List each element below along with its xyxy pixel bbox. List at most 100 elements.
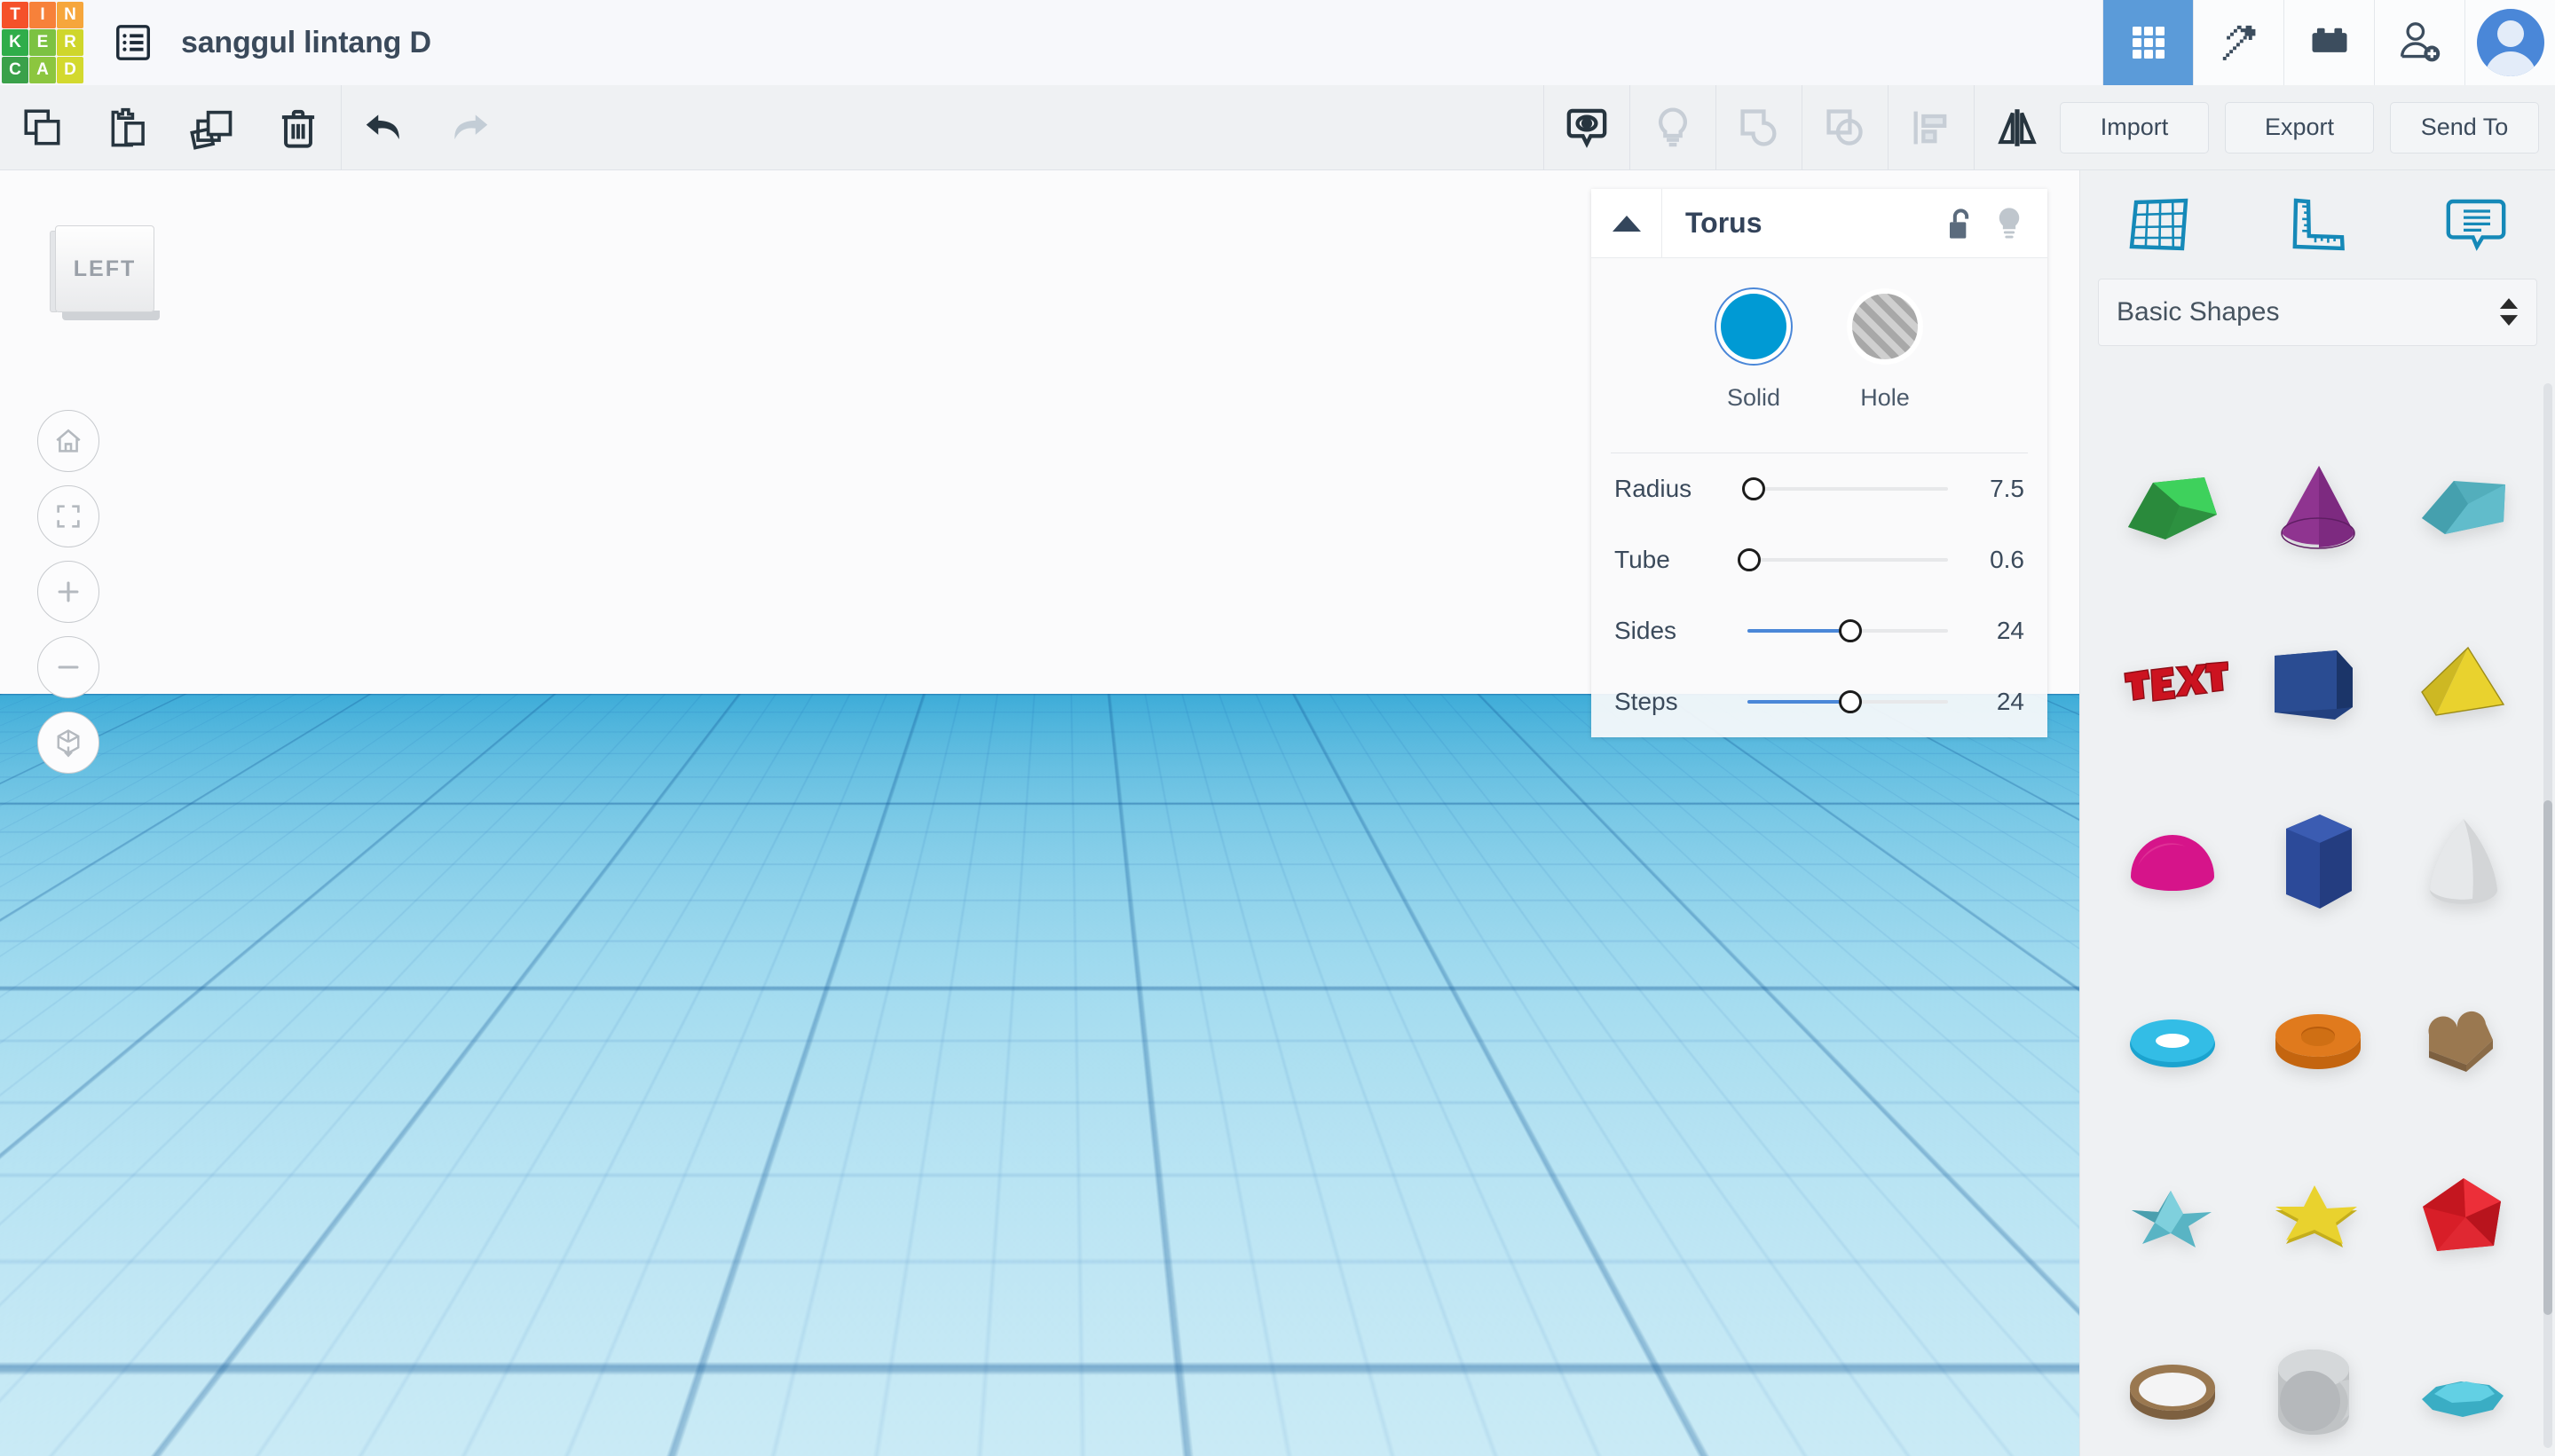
solid-option[interactable]: Solid: [1721, 294, 1786, 412]
slider-label: Steps: [1614, 688, 1747, 716]
shape-roof[interactable]: [2100, 419, 2245, 596]
shape-heart[interactable]: [2391, 951, 2536, 1129]
shape-box[interactable]: [2245, 596, 2391, 774]
tinkercad-app: T I N K E R C A D sanggul lintang D Impo…: [0, 0, 2555, 1456]
collapse-shapes-panel-button[interactable]: [2050, 781, 2073, 854]
logo-cell: C: [2, 57, 28, 83]
slider-steps: Steps 24: [1591, 666, 2047, 737]
undo-button[interactable]: [342, 85, 427, 170]
torus-solid-object[interactable]: [1127, 889, 1349, 1124]
send-to-button[interactable]: Send To: [2390, 102, 2539, 153]
slider-track-area[interactable]: [1747, 476, 1953, 502]
shape-torus[interactable]: [2100, 951, 2245, 1129]
shape-pyramid[interactable]: [2391, 596, 2536, 774]
pickaxe-icon[interactable]: [2193, 0, 2283, 85]
solid-swatch: [1721, 294, 1786, 359]
export-button[interactable]: Export: [2225, 102, 2374, 153]
slider-track: [1747, 558, 1948, 562]
copy-button[interactable]: [0, 85, 85, 170]
view-cube[interactable]: LEFT: [55, 225, 160, 330]
slider-radius: Radius 7.5: [1591, 453, 2047, 524]
slider-knob[interactable]: [1738, 548, 1761, 571]
home-view-button[interactable]: [37, 410, 99, 472]
perspective-toggle-button[interactable]: [37, 712, 99, 774]
shape-star-3d[interactable]: [2100, 1129, 2245, 1306]
lego-brick-icon[interactable]: [2283, 0, 2374, 85]
workplane-icon[interactable]: [2080, 197, 2238, 252]
slider-fill: [1747, 629, 1850, 633]
align-button[interactable]: [1889, 85, 1974, 170]
shape-wedge[interactable]: [2391, 419, 2536, 596]
project-list-icon[interactable]: [108, 18, 158, 67]
shape-round-cyl[interactable]: [2245, 1306, 2391, 1456]
delete-button[interactable]: [256, 85, 341, 170]
shape-hemisphere[interactable]: [2100, 774, 2245, 951]
shape-ring[interactable]: [2100, 1306, 2245, 1456]
shape-octagon[interactable]: [2391, 1306, 2536, 1456]
slider-value[interactable]: 0.6: [1953, 546, 2024, 574]
shapes-scrollbar-thumb[interactable]: [2543, 800, 2552, 1315]
chevron-up-icon: [1611, 214, 1643, 233]
note-button[interactable]: [1630, 85, 1715, 170]
snap-grid-value: 0.1 mm: [1912, 1403, 1991, 1430]
top-bar-actions: [2102, 0, 2555, 85]
hole-option[interactable]: Hole: [1852, 294, 1918, 412]
import-button[interactable]: Import: [2060, 102, 2209, 153]
logo-cell: D: [57, 57, 83, 83]
show-hide-button[interactable]: [1544, 85, 1629, 170]
logo-cell: R: [57, 29, 83, 56]
shape-hex-prism[interactable]: [2245, 774, 2391, 951]
slider-track-area[interactable]: [1747, 618, 1953, 644]
avatar[interactable]: [2464, 0, 2555, 85]
edit-grid-button[interactable]: Edit Grid: [1830, 1334, 1971, 1376]
zoom-out-button[interactable]: [37, 636, 99, 698]
logo-cell: K: [2, 29, 28, 56]
slider-knob[interactable]: [1742, 477, 1765, 500]
group-button[interactable]: [1716, 85, 1802, 170]
shape-star[interactable]: [2245, 1129, 2391, 1306]
slider-track-area[interactable]: [1747, 689, 1953, 715]
properties-body: Solid Hole Radius 7.5 Tube 0.6 Sides 24 …: [1591, 258, 2047, 737]
chevron-up-icon: [2004, 1410, 2022, 1422]
slider-knob[interactable]: [1839, 690, 1862, 713]
shape-category-value: Basic Shapes: [2117, 297, 2279, 327]
slider-fill: [1747, 700, 1850, 704]
lightbulb-icon[interactable]: [1994, 205, 2024, 242]
slider-value[interactable]: 24: [1953, 688, 2024, 716]
add-person-icon[interactable]: [2374, 0, 2464, 85]
ungroup-button[interactable]: [1802, 85, 1888, 170]
unlock-icon[interactable]: [1943, 206, 1975, 241]
slider-track-area[interactable]: [1747, 547, 1953, 573]
shape-category-select[interactable]: Basic Shapes: [2098, 279, 2537, 346]
logo-cell: N: [57, 2, 83, 28]
shape-tube[interactable]: [2245, 951, 2391, 1129]
shape-polyhedron[interactable]: [2391, 1129, 2536, 1306]
shape-cone[interactable]: [2245, 419, 2391, 596]
page-title[interactable]: sanggul lintang D: [181, 26, 431, 60]
paste-button[interactable]: [85, 85, 170, 170]
rotation-handle[interactable]: [1331, 854, 1438, 1182]
mirror-button[interactable]: [1975, 85, 2060, 170]
shape-text[interactable]: [2100, 596, 2245, 774]
redo-button[interactable]: [427, 85, 512, 170]
duplicate-button[interactable]: [170, 85, 256, 170]
slider-value[interactable]: 7.5: [1953, 475, 2024, 503]
edit-toolbar: Import Export Send To: [0, 85, 2555, 170]
gallery-grid-icon[interactable]: [2102, 0, 2193, 85]
slider-label: Radius: [1614, 475, 1747, 503]
zoom-in-button[interactable]: [37, 561, 99, 623]
slider-sides: Sides 24: [1591, 595, 2047, 666]
collapse-panel-button[interactable]: [1591, 189, 1662, 258]
tinkercad-logo[interactable]: T I N K E R C A D: [0, 0, 85, 85]
properties-header: Torus: [1591, 189, 2047, 258]
snap-grid-control: Snap Grid 0.1 mm: [1772, 1392, 2035, 1440]
view-cube-face[interactable]: LEFT: [55, 225, 154, 312]
mouse-cursor: [1367, 1031, 1393, 1072]
shape-paraboloid[interactable]: [2391, 774, 2536, 951]
snap-grid-select[interactable]: 0.1 mm: [1895, 1392, 2035, 1440]
ruler-icon[interactable]: [2238, 197, 2396, 252]
fit-view-button[interactable]: [37, 485, 99, 547]
slider-value[interactable]: 24: [1953, 617, 2024, 645]
note-callout-icon[interactable]: [2397, 197, 2555, 252]
slider-knob[interactable]: [1839, 619, 1862, 642]
